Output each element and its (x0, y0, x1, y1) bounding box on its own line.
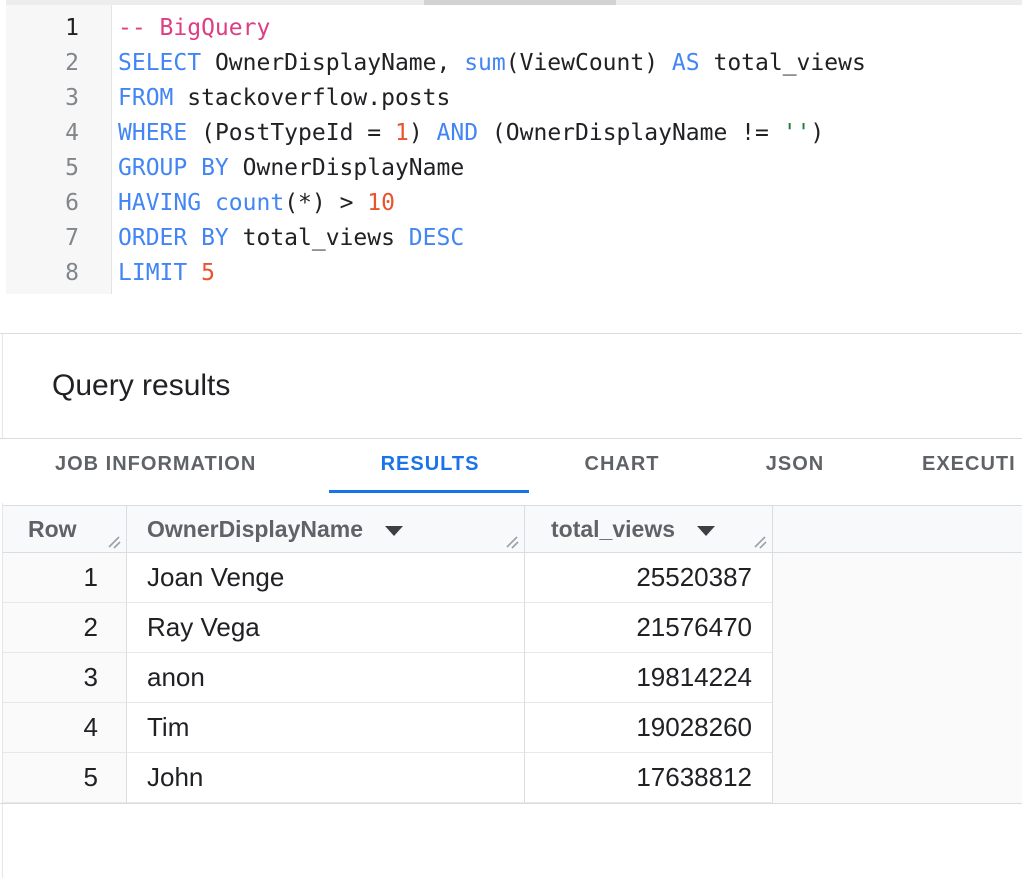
tab-chart[interactable]: CHART (585, 439, 660, 490)
code-token: (OwnerDisplayName != (478, 120, 783, 146)
line-number: 1 (6, 11, 111, 46)
row-filler-cell (773, 753, 1022, 803)
code-token: stackoverflow.posts (173, 85, 450, 111)
total-views-cell[interactable]: 19814224 (525, 653, 773, 703)
line-number-gutter: 12345678 (6, 5, 112, 294)
code-token: count (215, 190, 284, 216)
code-token: SELECT (118, 50, 201, 76)
code-token (201, 190, 215, 216)
column-resize-handle-icon[interactable] (106, 534, 122, 550)
query-results-title: Query results (52, 334, 230, 438)
code-token: GROUP BY (118, 155, 229, 181)
code-line: WHERE (PostTypeId = 1) AND (OwnerDisplay… (118, 116, 1022, 151)
row-filler-cell (773, 653, 1022, 703)
total-views-cell[interactable]: 19028260 (525, 703, 773, 753)
row-filler-cell (773, 553, 1022, 603)
code-area[interactable]: -- BigQuerySELECT OwnerDisplayName, sum(… (113, 5, 1022, 305)
line-number: 5 (6, 151, 111, 186)
line-number: 3 (6, 81, 111, 116)
code-token: DESC (409, 225, 464, 251)
total-views-cell[interactable]: 17638812 (525, 753, 773, 803)
row-filler-cell (773, 603, 1022, 653)
tab-results[interactable]: RESULTS (381, 439, 480, 490)
code-line: GROUP BY OwnerDisplayName (118, 151, 1022, 186)
total-views-cell[interactable]: 25520387 (525, 553, 773, 603)
column-header-row[interactable]: Row (3, 506, 127, 552)
sql-editor[interactable]: 12345678 -- BigQuerySELECT OwnerDisplayN… (0, 5, 1022, 333)
column-header-label: Row (28, 516, 77, 543)
code-token: HAVING (118, 190, 201, 216)
line-number: 2 (6, 46, 111, 81)
code-line: HAVING count(*) > 10 (118, 186, 1022, 221)
code-token: AND (437, 120, 479, 146)
code-line: SELECT OwnerDisplayName, sum(ViewCount) … (118, 46, 1022, 81)
code-token: ) (810, 120, 824, 146)
line-number: 4 (6, 116, 111, 151)
table-row: 5John17638812 (3, 753, 1022, 803)
code-token: (PostTypeId = (187, 120, 395, 146)
bigquery-results-screen: 12345678 -- BigQuerySELECT OwnerDisplayN… (0, 0, 1022, 878)
table-row: 2Ray Vega21576470 (3, 603, 1022, 653)
line-number: 7 (6, 221, 111, 256)
code-line: FROM stackoverflow.posts (118, 81, 1022, 116)
results-tab-bar: JOB INFORMATION RESULTS CHART JSON EXECU… (0, 439, 1022, 503)
owner-display-name-cell[interactable]: John (127, 753, 525, 803)
column-header-total-views[interactable]: total_views (525, 506, 773, 552)
code-token: LIMIT (118, 260, 187, 286)
code-token: 5 (201, 260, 215, 286)
owner-display-name-cell[interactable]: Ray Vega (127, 603, 525, 653)
code-token: total_views (700, 50, 866, 76)
code-token: sum (464, 50, 506, 76)
tab-execution-details[interactable]: EXECUTI (922, 439, 1016, 490)
column-resize-handle-icon[interactable] (504, 534, 520, 550)
code-token: '' (783, 120, 811, 146)
code-line: -- BigQuery (118, 11, 1022, 46)
code-token: (*) > (284, 190, 367, 216)
tab-job-information[interactable]: JOB INFORMATION (55, 439, 256, 490)
code-token: (ViewCount) (506, 50, 672, 76)
table-row: 4Tim19028260 (3, 703, 1022, 753)
code-token (187, 260, 201, 286)
table-row: 3anon19814224 (3, 653, 1022, 703)
column-header-label: OwnerDisplayName (147, 516, 363, 543)
column-header-filler (773, 506, 1022, 552)
line-number: 6 (6, 186, 111, 221)
row-number-cell: 3 (3, 653, 127, 703)
code-token: OwnerDisplayName, (201, 50, 464, 76)
column-header-label: total_views (551, 516, 675, 543)
row-filler-cell (773, 703, 1022, 753)
code-token: -- BigQuery (118, 15, 270, 41)
code-token: FROM (118, 85, 173, 111)
row-number-cell: 4 (3, 703, 127, 753)
row-number-cell: 5 (3, 753, 127, 803)
code-line: ORDER BY total_views DESC (118, 221, 1022, 256)
table-header-row: Row OwnerDisplayName total_views (3, 505, 1022, 553)
code-token: WHERE (118, 120, 187, 146)
results-table: Row OwnerDisplayName total_views (3, 505, 1022, 803)
row-number-cell: 2 (3, 603, 127, 653)
code-token: AS (672, 50, 700, 76)
table-bottom-border (0, 803, 1022, 804)
column-dropdown-icon[interactable] (697, 526, 715, 536)
column-header-ownerdisplayname[interactable]: OwnerDisplayName (127, 506, 525, 552)
active-tab-indicator (329, 490, 529, 493)
code-token: ) (409, 120, 437, 146)
total-views-cell[interactable]: 21576470 (525, 603, 773, 653)
owner-display-name-cell[interactable]: Tim (127, 703, 525, 753)
owner-display-name-cell[interactable]: anon (127, 653, 525, 703)
code-line: LIMIT 5 (118, 256, 1022, 291)
code-token: 1 (395, 120, 409, 146)
row-number-cell: 1 (3, 553, 127, 603)
column-dropdown-icon[interactable] (385, 526, 403, 536)
code-token: OwnerDisplayName (229, 155, 464, 181)
code-token: 10 (367, 190, 395, 216)
column-resize-handle-icon[interactable] (752, 534, 768, 550)
code-token: ORDER BY (118, 225, 229, 251)
tab-json[interactable]: JSON (766, 439, 824, 490)
code-token: total_views (229, 225, 409, 251)
line-number: 8 (6, 256, 111, 291)
owner-display-name-cell[interactable]: Joan Venge (127, 553, 525, 603)
table-body: 1Joan Venge255203872Ray Vega215764703ano… (3, 553, 1022, 803)
table-row: 1Joan Venge25520387 (3, 553, 1022, 603)
